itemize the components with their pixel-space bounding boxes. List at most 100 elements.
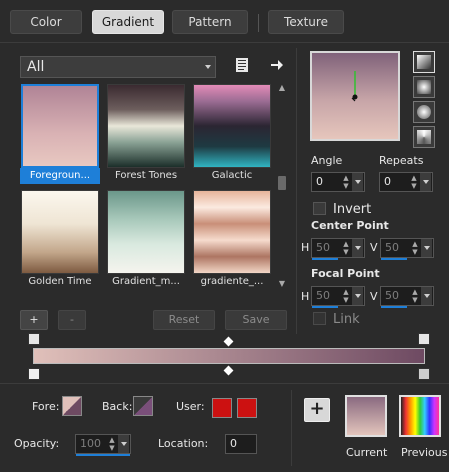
- gallery-item[interactable]: Galactic: [192, 84, 272, 184]
- focal-point-label: Focal Point: [311, 267, 380, 280]
- gallery-label: Gradient_m...: [112, 276, 180, 287]
- focal-h-stepper[interactable]: 50 ▲ ▼: [311, 286, 365, 308]
- previous-swatch[interactable]: [399, 395, 441, 437]
- gallery-label: Golden Time: [28, 276, 92, 287]
- sunburst-style-icon: [417, 105, 431, 119]
- scroll-up-icon[interactable]: ▲: [277, 84, 287, 92]
- user-color-swatch-2[interactable]: [237, 398, 257, 418]
- gallery-label: gradiente_...: [200, 276, 264, 287]
- center-v-level: [381, 258, 407, 260]
- current-swatch[interactable]: [345, 395, 387, 437]
- invert-label[interactable]: Invert: [333, 202, 371, 217]
- scroll-down-icon[interactable]: ▼: [277, 280, 287, 288]
- gallery-scrollbar[interactable]: ▲ ▼: [277, 84, 287, 290]
- stepper-arrows-icon[interactable]: ▲ ▼: [410, 174, 418, 190]
- invert-checkbox[interactable]: [313, 202, 326, 215]
- reset-button[interactable]: Reset: [153, 310, 215, 330]
- header-divider: [0, 42, 449, 43]
- repeats-label: Repeats: [379, 154, 424, 167]
- focal-v-stepper[interactable]: 50 ▲ ▼: [380, 286, 434, 308]
- stepper-arrows-icon[interactable]: ▲ ▼: [342, 174, 350, 190]
- arrow-right-icon[interactable]: [270, 58, 284, 72]
- angle-label: Angle: [311, 154, 343, 167]
- gradient-preview[interactable]: [310, 51, 400, 141]
- color-stop-end[interactable]: [418, 368, 430, 380]
- scrollbar-thumb[interactable]: [278, 176, 286, 190]
- tab-pattern[interactable]: Pattern: [172, 10, 248, 34]
- gallery-label: Forest Tones: [114, 170, 178, 181]
- center-v-stepper[interactable]: 50 ▲ ▼: [380, 238, 434, 260]
- angle-stepper[interactable]: 0 ▲ ▼: [311, 172, 365, 192]
- gallery-swatch: [21, 190, 99, 274]
- gallery-label: Galactic: [211, 170, 253, 181]
- chevron-down-icon[interactable]: [420, 173, 431, 191]
- stepper-arrows-icon[interactable]: ▲ ▼: [411, 288, 419, 304]
- previous-label: Previous: [401, 446, 448, 459]
- focal-v-level: [381, 306, 407, 308]
- focal-v-value: 50: [385, 289, 399, 302]
- sunburst-style-button[interactable]: [413, 101, 435, 123]
- opacity-label: Opacity:: [14, 437, 60, 450]
- center-v-label: V: [370, 241, 378, 254]
- linear-style-button[interactable]: [413, 51, 435, 73]
- save-button[interactable]: Save: [225, 310, 287, 330]
- repeats-value: 0: [384, 175, 391, 188]
- stepper-arrows-icon[interactable]: ▲ ▼: [342, 240, 350, 256]
- color-midpoint[interactable]: [223, 365, 234, 376]
- tab-gradient[interactable]: Gradient: [92, 10, 164, 34]
- remove-gradient-button[interactable]: -: [58, 310, 86, 330]
- transparency-stop-start[interactable]: [28, 333, 40, 345]
- center-h-stepper[interactable]: 50 ▲ ▼: [311, 238, 365, 260]
- chevron-down-icon[interactable]: [352, 239, 363, 257]
- add-gradient-button[interactable]: +: [20, 310, 48, 330]
- radial-style-icon: [417, 130, 431, 144]
- chevron-down-icon[interactable]: [421, 287, 432, 305]
- fore-color-swatch[interactable]: [62, 396, 82, 416]
- stepper-arrows-icon[interactable]: ▲ ▼: [411, 240, 419, 256]
- stepper-arrows-icon[interactable]: ▲ ▼: [108, 436, 116, 452]
- radial-style-button[interactable]: [413, 126, 435, 148]
- panel-divider: [296, 48, 297, 334]
- link-label[interactable]: Link: [333, 312, 360, 327]
- chevron-down-icon[interactable]: [352, 287, 363, 305]
- tab-separator: [258, 14, 259, 32]
- stepper-arrows-icon[interactable]: ▲ ▼: [342, 288, 350, 304]
- angle-handle-icon[interactable]: [312, 53, 398, 139]
- category-dropdown[interactable]: All: [20, 56, 216, 78]
- gallery-swatch: [107, 84, 185, 168]
- current-label: Current: [346, 446, 388, 459]
- location-label: Location:: [158, 437, 209, 450]
- user-color-swatch-1[interactable]: [212, 398, 232, 418]
- center-h-value: 50: [316, 241, 330, 254]
- gallery-item[interactable]: Foregroun...: [20, 84, 100, 184]
- chevron-down-icon[interactable]: [118, 435, 129, 453]
- center-point-label: Center Point: [311, 219, 389, 232]
- gallery-item[interactable]: Gradient_m...: [106, 190, 186, 290]
- transparency-stop-end[interactable]: [418, 333, 430, 345]
- rectangular-style-button[interactable]: [413, 76, 435, 98]
- chevron-down-icon[interactable]: [421, 239, 432, 257]
- color-stop-start[interactable]: [28, 368, 40, 380]
- gradient-editor-bar[interactable]: [33, 348, 425, 364]
- editor-divider: [0, 383, 449, 384]
- gallery-item[interactable]: Golden Time: [20, 190, 100, 290]
- chevron-down-icon[interactable]: [352, 173, 363, 191]
- back-color-swatch[interactable]: [133, 396, 153, 416]
- gradient-gallery: Foregroun... Forest Tones Galactic Golde…: [20, 84, 274, 290]
- tab-color[interactable]: Color: [10, 10, 82, 34]
- opacity-stepper[interactable]: 100 ▲ ▼: [75, 434, 131, 456]
- location-field[interactable]: 0: [225, 434, 257, 454]
- link-checkbox[interactable]: [313, 312, 326, 325]
- library-book-icon[interactable]: [234, 57, 250, 73]
- opacity-level: [76, 454, 130, 456]
- tab-texture[interactable]: Texture: [268, 10, 344, 34]
- gallery-item[interactable]: gradiente_...: [192, 190, 272, 290]
- transparency-midpoint[interactable]: [223, 336, 234, 347]
- gallery-swatch: [193, 84, 271, 168]
- add-to-swatches-button[interactable]: +: [304, 398, 330, 422]
- fore-label: Fore:: [32, 400, 60, 413]
- gallery-item[interactable]: Forest Tones: [106, 84, 186, 184]
- gallery-swatch: [21, 84, 99, 168]
- repeats-stepper[interactable]: 0 ▲ ▼: [379, 172, 433, 192]
- opacity-value: 100: [80, 437, 101, 450]
